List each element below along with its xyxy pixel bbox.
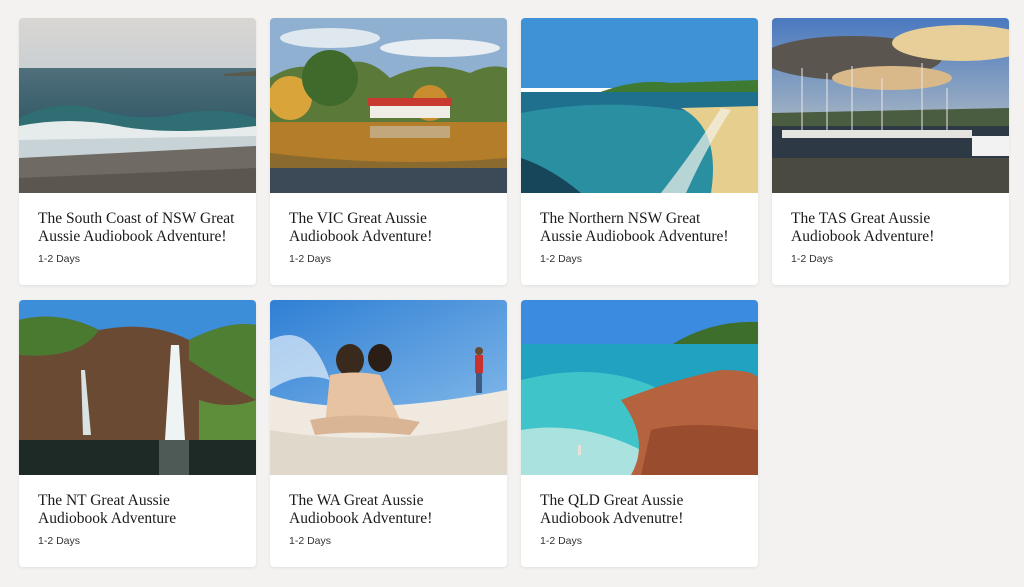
tour-card-body: The TAS Great Aussie Audiobook Adventure…	[772, 193, 1009, 285]
tour-duration: 1-2 Days	[289, 535, 332, 547]
tour-title[interactable]: The WA Great Aussie Audiobook Adventure!	[289, 492, 488, 528]
tour-card-wa[interactable]: The WA Great Aussie Audiobook Adventure!…	[270, 300, 507, 567]
tour-duration: 1-2 Days	[38, 253, 81, 265]
tour-card-body: The Northern NSW Great Aussie Audiobook …	[521, 193, 758, 285]
sand-dune-photo[interactable]	[270, 300, 507, 475]
lake-boathouse-photo[interactable]	[270, 18, 507, 193]
tour-duration: 1-2 Days	[289, 253, 332, 265]
surf-beach-photo[interactable]	[19, 18, 256, 193]
tour-title[interactable]: The NT Great Aussie Audiobook Adventure	[38, 492, 237, 528]
tour-title[interactable]: The VIC Great Aussie Audiobook Adventure…	[289, 210, 488, 246]
tour-card-tas[interactable]: The TAS Great Aussie Audiobook Adventure…	[772, 18, 1009, 285]
tour-card-body: The WA Great Aussie Audiobook Adventure!…	[270, 475, 507, 567]
tour-card-northern-nsw[interactable]: The Northern NSW Great Aussie Audiobook …	[521, 18, 758, 285]
tour-card-body: The QLD Great Aussie Audiobook Advenutre…	[521, 475, 758, 567]
tour-card-body: The VIC Great Aussie Audiobook Adventure…	[270, 193, 507, 285]
harbour-yachts-photo[interactable]	[772, 18, 1009, 193]
tour-duration: 1-2 Days	[791, 253, 834, 265]
tour-card-nt[interactable]: The NT Great Aussie Audiobook Adventure …	[19, 300, 256, 567]
tour-title[interactable]: The QLD Great Aussie Audiobook Advenutre…	[540, 492, 739, 528]
tour-duration: 1-2 Days	[540, 535, 583, 547]
tour-card-vic[interactable]: The VIC Great Aussie Audiobook Adventure…	[270, 18, 507, 285]
bay-beach-photo[interactable]	[521, 18, 758, 193]
tour-card-body: The NT Great Aussie Audiobook Adventure …	[19, 475, 256, 567]
tour-card-south-coast-nsw[interactable]: The South Coast of NSW Great Aussie Audi…	[19, 18, 256, 285]
tour-title[interactable]: The South Coast of NSW Great Aussie Audi…	[38, 210, 237, 246]
tour-title[interactable]: The Northern NSW Great Aussie Audiobook …	[540, 210, 739, 246]
tour-card-qld[interactable]: The QLD Great Aussie Audiobook Advenutre…	[521, 300, 758, 567]
tour-duration: 1-2 Days	[38, 535, 81, 547]
tour-duration: 1-2 Days	[540, 253, 583, 265]
tour-title[interactable]: The TAS Great Aussie Audiobook Adventure…	[791, 210, 990, 246]
tropical-cove-photo[interactable]	[521, 300, 758, 475]
tour-card-body: The South Coast of NSW Great Aussie Audi…	[19, 193, 256, 285]
waterfall-gorge-photo[interactable]	[19, 300, 256, 475]
